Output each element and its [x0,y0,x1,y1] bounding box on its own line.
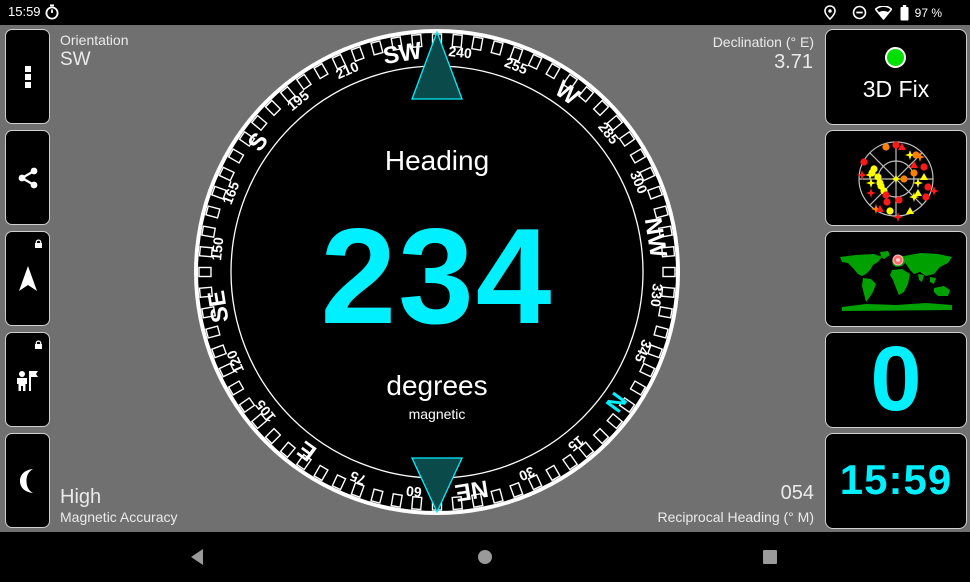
lock-icon [35,239,42,248]
satellite-marker [906,207,914,214]
more-vertical-icon [24,65,31,88]
satellite-marker [922,193,930,201]
satellite-marker [893,212,903,222]
satellite-marker [886,207,894,215]
share-icon [18,167,37,188]
heading-label: Heading [384,145,490,176]
share-button[interactable] [5,130,50,225]
reciprocal-heading-value: 054 [780,482,814,504]
magnetic-accuracy-label: Magnetic Accuracy [60,509,178,525]
satellite-marker [883,198,891,206]
do-not-disturb-icon [852,5,866,20]
satellite-marker [900,175,908,183]
status-bar: 15:59 97 % [0,0,970,25]
satellite-view-tile[interactable] [825,130,967,226]
cardinal-label-ne: NE [453,474,490,506]
satellite-marker [924,183,932,191]
satellite-marker [895,196,903,204]
satellite-marker [860,158,868,166]
satellite-marker [882,191,890,199]
fix-status-text: 3D Fix [862,76,930,102]
moon-icon [19,468,33,493]
gps-fix-tile[interactable]: 3D Fix [825,29,967,125]
timer-icon [45,4,59,20]
degree-label-150: 150 [208,236,226,261]
navigation-bar [0,532,970,582]
sky-plot-icon [857,141,939,222]
menu-button[interactable] [5,29,50,124]
satellite-marker [920,163,928,171]
satellite-marker [866,188,876,198]
back-icon[interactable] [190,549,204,565]
orientation-value: SW [60,49,91,70]
status-icons: 97 % [823,4,942,21]
location-icon [823,5,836,20]
clock-value: 15:59 [839,456,953,503]
speed-tile[interactable]: 0 [825,332,967,428]
degrees-label: degrees [386,370,488,401]
declination-value: 3.71 [774,51,813,73]
lock-icon [35,340,42,349]
speed-value: 0 [870,332,922,428]
satellite-marker [892,141,900,149]
magnetic-accuracy-value: High [60,486,102,508]
satellite-marker [914,189,922,196]
cardinal-label-se: SE [203,289,235,325]
navigation-arrow-icon [18,265,37,291]
heading-value: 234 [320,200,554,352]
battery-percent: 97 % [914,5,942,20]
wifi-icon [874,5,892,20]
declination-label: Declination (° E) [712,34,814,50]
orientation-label: Orientation [60,32,129,48]
clock-tile[interactable]: 15:59 [825,433,967,529]
recents-icon[interactable] [762,549,778,565]
fix-status-indicator [885,47,906,68]
battery-icon [900,4,909,20]
night-mode-button[interactable] [5,433,50,528]
magnetic-label: magnetic [408,406,466,422]
degree-label-60: 60 [405,483,422,501]
satellite-marker [910,169,918,177]
world-map-icon [840,251,952,311]
status-time: 15:59 [8,4,41,19]
home-icon[interactable] [477,549,493,565]
degree-label-240: 240 [448,43,473,61]
person-flag-icon [16,371,38,392]
waypoint-button[interactable] [5,332,50,427]
satellite-marker [882,143,890,151]
world-map-tile[interactable] [825,231,967,327]
navigation-button[interactable] [5,231,50,326]
satellite-marker [920,173,928,180]
degree-label-330: 330 [648,283,666,308]
